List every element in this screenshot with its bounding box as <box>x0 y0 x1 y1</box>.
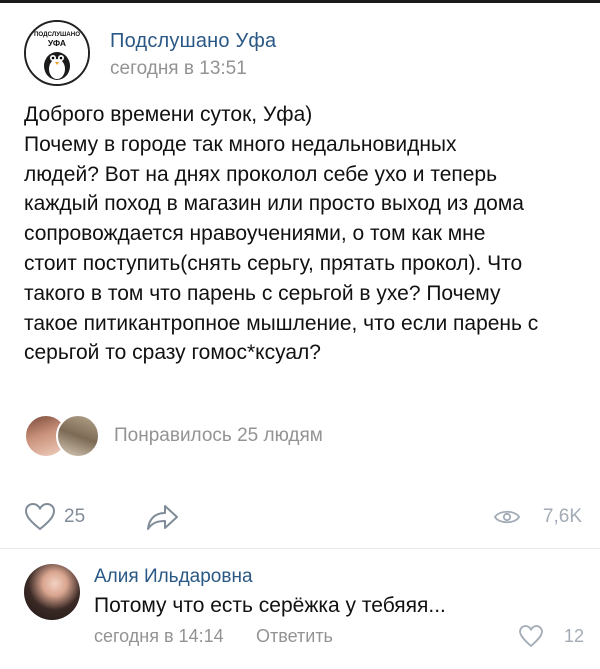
comment-timestamp: сегодня в 14:14 <box>94 626 224 646</box>
post-text-line: Доброго времени суток, Уфа) <box>24 103 313 126</box>
post-text-line: серьгой то сразу гомос*ксуал? <box>24 341 321 365</box>
liker-avatar[interactable] <box>56 414 100 458</box>
post-text-line: такого в том что парень с серьгой в ухе?… <box>24 281 501 305</box>
post-text-line: Почему в городе так много недальновидных <box>24 132 457 156</box>
post-text-line: сопровождается нравоучениями, о том как … <box>24 222 486 246</box>
liked-by-text[interactable]: Понравилось 25 людям <box>114 425 323 447</box>
community-logo-icon: ПОДСЛУШАНО УФА <box>26 22 88 84</box>
reply-button[interactable]: Ответить <box>256 626 333 647</box>
comment-text: Потому что есть серёжка у тебяяя... <box>94 594 446 617</box>
post-actions: 25 7,6K <box>24 498 584 538</box>
heart-outline-icon[interactable] <box>24 502 56 532</box>
comment-author-name[interactable]: Алия Ильдаровна <box>94 566 253 588</box>
liked-by-row[interactable]: Понравилось 25 людям <box>24 414 584 458</box>
avatar-logo-top-text: ПОДСЛУШАНО <box>34 31 80 38</box>
comment-like-count[interactable]: 12 <box>564 626 584 647</box>
like-count[interactable]: 25 <box>64 506 85 528</box>
post-header: ПОДСЛУШАНО УФА Подслушано Уфа сегодня в … <box>24 20 584 90</box>
post-timestamp[interactable]: сегодня в 13:51 <box>110 58 247 80</box>
avatar-logo-city-text: УФА <box>48 38 66 48</box>
community-avatar[interactable]: ПОДСЛУШАНО УФА <box>24 20 90 86</box>
post-text-line: людей? Вот на днях проколол себе ухо и т… <box>24 162 498 186</box>
comment-author-avatar[interactable] <box>24 564 80 620</box>
post-text: Доброго времени суток, Уфа) Почему в гор… <box>24 100 584 368</box>
eye-icon <box>494 510 520 524</box>
divider <box>0 548 600 549</box>
post-text-line: каждый поход в магазин или просто выход … <box>24 192 524 216</box>
comment: Алия Ильдаровна Потому что есть серёжка … <box>24 562 584 662</box>
post-text-line: стоит поступить(снять серьгу, прятать пр… <box>24 251 523 275</box>
views-count: 7,6K <box>542 506 582 527</box>
post-text-line: такое питикантропное мышление, что если … <box>24 311 539 335</box>
comment-heart-icon[interactable] <box>518 624 544 648</box>
share-arrow-icon[interactable] <box>146 502 180 532</box>
community-name[interactable]: Подслушано Уфа <box>110 30 276 53</box>
top-edge-bar <box>0 0 600 3</box>
